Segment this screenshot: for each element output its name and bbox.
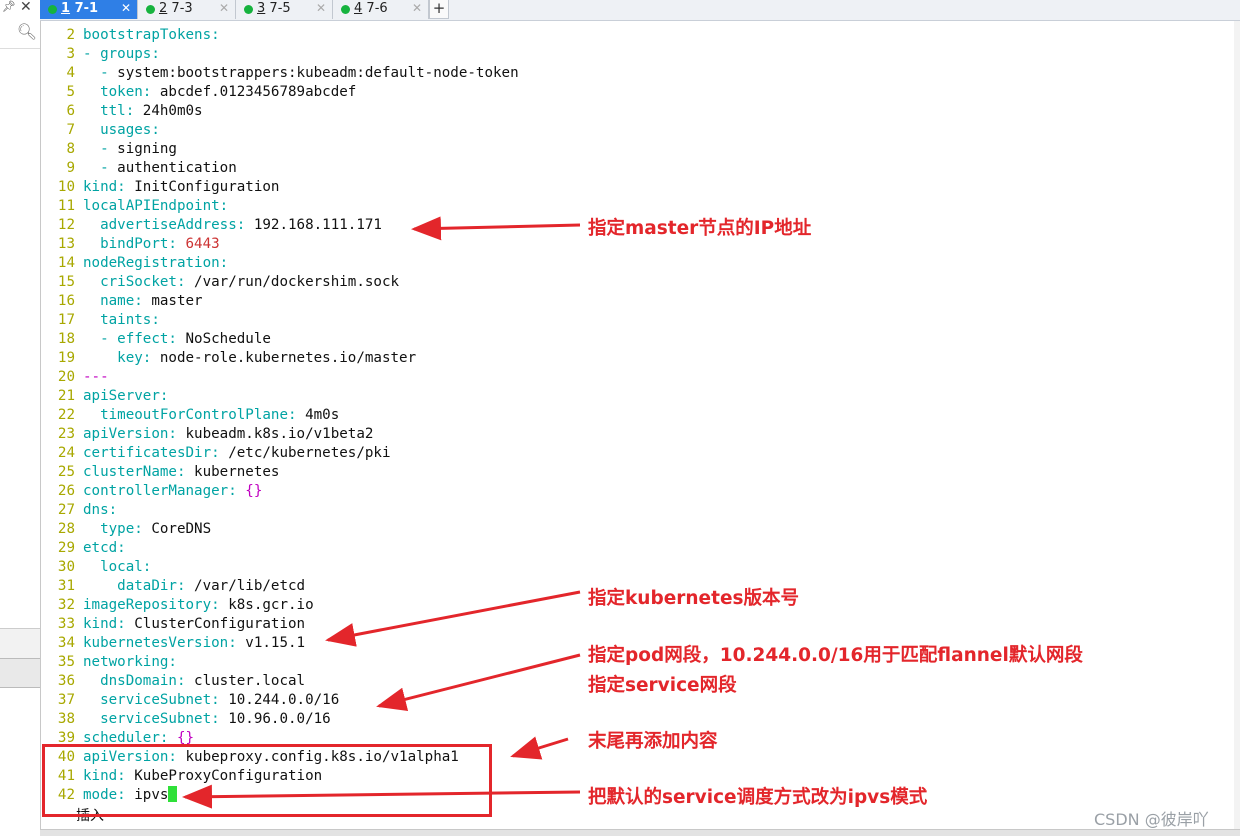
annotation-pod-subnet: 指定pod网段，10.244.0.0/16用于匹配flannel默认网段: [588, 645, 1083, 666]
arrow-service-subnet: [376, 653, 581, 711]
annotation-ipvs-mode: 把默认的service调度方式改为ipvs模式: [588, 787, 928, 808]
annotation-k8s-version: 指定kubernetes版本号: [588, 588, 800, 609]
annotation-arrows: [182, 216, 581, 809]
arrow-k8s-version: [325, 590, 581, 647]
annotation-service-subnet: 指定service网段: [588, 675, 737, 696]
watermark: CSDN @彼岸吖: [1094, 810, 1209, 829]
arrow-master-ip: [411, 216, 581, 241]
arrow-ipvs-mode: [182, 784, 581, 809]
arrow-append-tail: [510, 736, 569, 760]
annotation-master-ip: 指定master节点的IP地址: [588, 218, 812, 239]
annotation-append-tail: 末尾再添加内容: [588, 731, 718, 752]
